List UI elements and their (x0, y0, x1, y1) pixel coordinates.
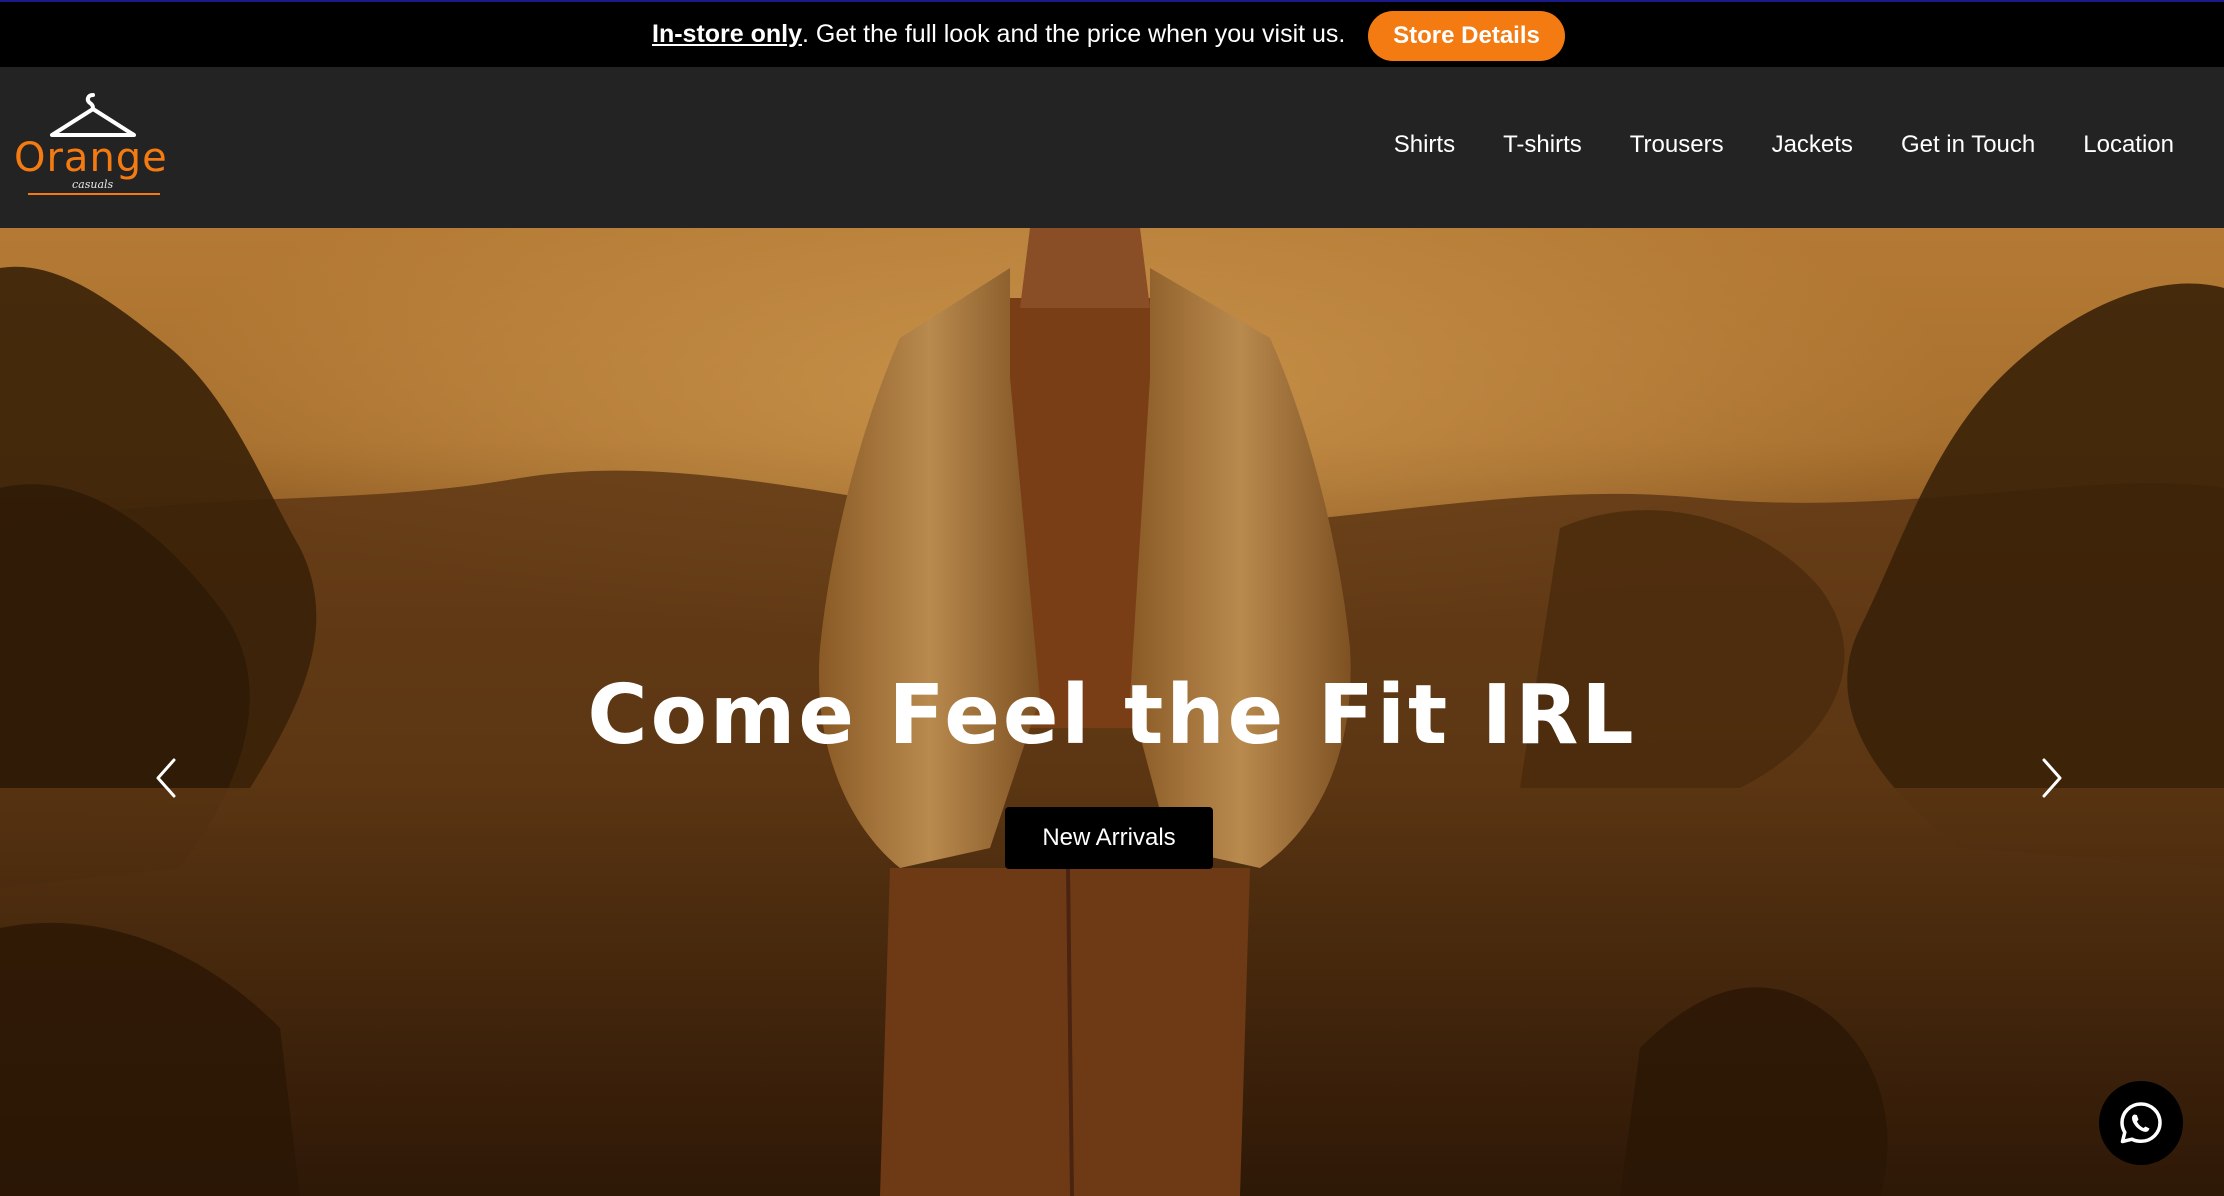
nav-item-shirts[interactable]: Shirts (1394, 129, 1455, 161)
in-store-only-link[interactable]: In-store only (652, 20, 802, 48)
hero-slider: Come Feel the Fit IRL New Arrivals (0, 228, 2224, 1196)
store-details-button[interactable]: Store Details (1368, 11, 1565, 61)
chevron-right-icon (2042, 758, 2062, 798)
announcement-bar: In-store only. Get the full look and the… (0, 0, 2224, 67)
whatsapp-chat-button[interactable] (2099, 1081, 2183, 1165)
new-arrivals-button[interactable]: New Arrivals (1005, 807, 1213, 869)
main-nav: Shirts T-shirts Trousers Jackets Get in … (1394, 129, 2174, 161)
nav-item-get-in-touch[interactable]: Get in Touch (1901, 129, 2035, 161)
brand-name: Orange (14, 135, 168, 181)
slider-prev-button[interactable] (146, 748, 186, 808)
logo-underline (28, 193, 160, 195)
nav-item-t-shirts[interactable]: T-shirts (1503, 129, 1582, 161)
chevron-left-icon (156, 758, 176, 798)
nav-item-location[interactable]: Location (2083, 129, 2174, 161)
site-header: Orange casuals Shirts T-shirts Trousers … (0, 67, 2224, 228)
announcement-message: . Get the full look and the price when y… (802, 20, 1346, 48)
nav-item-jackets[interactable]: Jackets (1772, 129, 1853, 161)
whatsapp-icon (2120, 1102, 2162, 1144)
announcement-text: In-store only. Get the full look and the… (652, 18, 1345, 50)
hanger-icon (50, 93, 136, 137)
nav-item-trousers[interactable]: Trousers (1630, 129, 1724, 161)
brand-logo[interactable]: Orange casuals (14, 91, 174, 201)
brand-subtitle: casuals (72, 178, 114, 191)
slider-next-button[interactable] (2032, 748, 2072, 808)
hero-title: Come Feel the Fit IRL (587, 668, 1637, 763)
